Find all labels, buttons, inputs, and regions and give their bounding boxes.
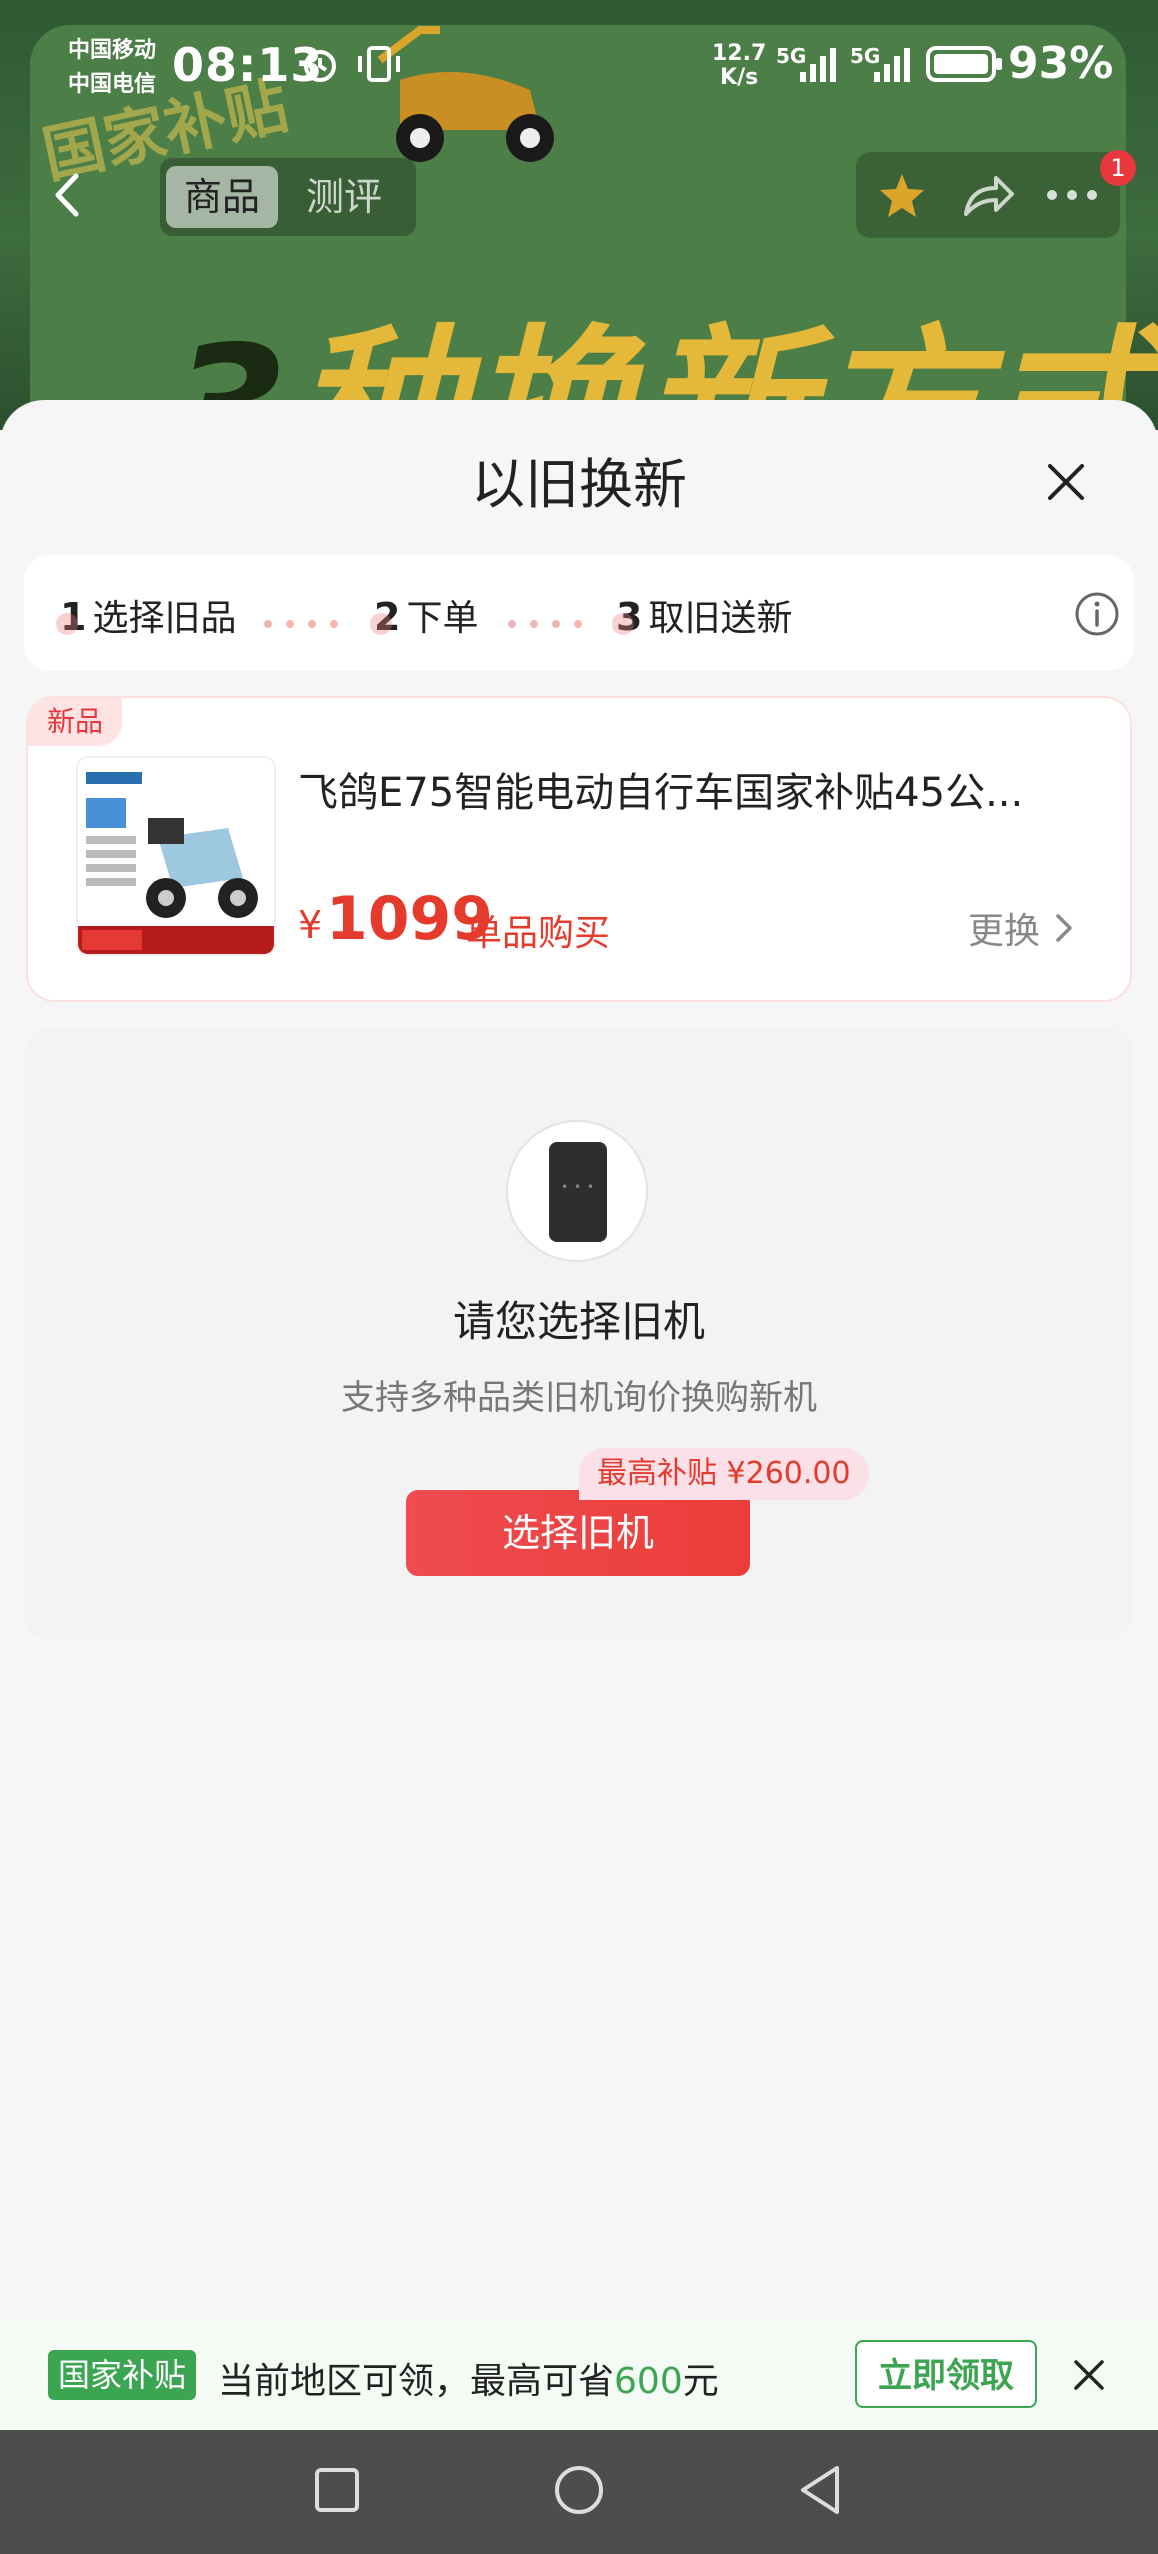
tab-review[interactable]: 测评 xyxy=(288,166,400,228)
price-symbol: ¥ xyxy=(298,903,323,947)
more-icon[interactable] xyxy=(1044,188,1100,202)
select-old-device-button[interactable]: 选择旧机 xyxy=(406,1490,750,1576)
message-badge: 1 xyxy=(1100,150,1136,186)
step-2-label: 下单 xyxy=(406,598,479,639)
purchase-type: 单品购买 xyxy=(466,913,611,954)
close-icon[interactable] xyxy=(1072,2358,1106,2392)
info-icon[interactable] xyxy=(1074,591,1120,637)
top-tabs: 商品 测评 xyxy=(160,158,416,236)
close-icon[interactable] xyxy=(1040,456,1092,508)
trade-in-sheet: 以旧换新 1 选择旧品 2 下单 3 取旧送新 新品 飞鸽E75智能电动自行车国… xyxy=(0,400,1158,2430)
system-nav-bar xyxy=(0,2430,1158,2554)
phone-placeholder xyxy=(506,1120,648,1262)
net-speed-value: 12.7 xyxy=(712,41,767,66)
step-2: 2 下单 xyxy=(374,589,478,641)
battery-icon xyxy=(926,46,1002,82)
step-3: 3 取旧送新 xyxy=(616,589,792,641)
alarm-icon xyxy=(304,50,336,82)
chevron-right-icon[interactable] xyxy=(1052,910,1076,946)
steps-indicator: 1 选择旧品 2 下单 3 取旧送新 xyxy=(24,555,1134,671)
carrier-2: 中国电信 xyxy=(68,72,157,97)
step-1-label: 选择旧品 xyxy=(92,598,237,639)
net-speed-unit: K/s xyxy=(720,65,759,90)
step-1-number: 1 xyxy=(60,595,87,639)
step-1: 1 选择旧品 xyxy=(60,589,236,641)
phone-icon xyxy=(549,1142,607,1242)
product-image xyxy=(76,756,276,956)
subsidy-text: 当前地区可领，最高可省600元 xyxy=(218,2352,719,2404)
step-2-number: 2 xyxy=(374,595,401,639)
status-bar: 中国移动 中国电信 08:13 12.7 K/s 5G 5G 93% xyxy=(0,0,1158,130)
subsidy-text-suffix: 元 xyxy=(682,2361,719,2402)
old-device-subtitle: 支持多种品类旧机询价换购新机 xyxy=(341,1378,817,1418)
share-icon[interactable] xyxy=(960,170,1016,222)
change-product-link[interactable]: 更换 xyxy=(968,902,1040,954)
star-icon[interactable] xyxy=(874,168,930,224)
old-device-title: 请您选择旧机 xyxy=(452,1297,705,1346)
step-3-label: 取旧送新 xyxy=(648,598,793,639)
back-icon[interactable] xyxy=(791,2460,851,2520)
back-arrow-icon[interactable] xyxy=(40,160,96,230)
battery-percent: 93% xyxy=(1008,38,1114,89)
subsidy-text-prefix: 当前地区可领，最高可省 xyxy=(218,2361,615,2402)
tab-product[interactable]: 商品 xyxy=(166,166,278,228)
signal-1-icon xyxy=(800,48,836,82)
product-name: 飞鸽E75智能电动自行车国家补贴45公... xyxy=(298,770,1024,816)
claim-now-button[interactable]: 立即领取 xyxy=(855,2340,1037,2408)
step-separator xyxy=(264,613,352,632)
gov-subsidy-tag: 国家补贴 xyxy=(48,2350,197,2400)
max-subsidy-badge: 最高补贴 ¥260.00 xyxy=(579,1448,869,1500)
vibrate-icon xyxy=(358,46,400,82)
recents-icon[interactable] xyxy=(307,2460,367,2520)
sheet-title: 以旧换新 xyxy=(471,453,687,516)
carrier-info: 中国移动 中国电信 xyxy=(68,34,156,102)
old-device-panel: 请您选择旧机 支持多种品类旧机询价换购新机 选择旧机 最高补贴 ¥260.00 xyxy=(24,1028,1134,1640)
nav-actions xyxy=(856,152,1120,238)
subsidy-amount: 600 xyxy=(614,2361,683,2402)
net-speed: 12.7 K/s xyxy=(712,42,766,90)
subsidy-banner: 国家补贴 当前地区可领，最高可省600元 立即领取 xyxy=(0,2318,1158,2430)
new-product-tag: 新品 xyxy=(28,698,122,746)
product-card[interactable]: 新品 飞鸽E75智能电动自行车国家补贴45公... ¥ 1099 单品购买 更换 xyxy=(26,696,1132,1002)
signal-2-icon xyxy=(874,48,910,82)
step-separator xyxy=(508,613,596,632)
ebike-thumbnail xyxy=(78,758,274,954)
home-icon[interactable] xyxy=(549,2460,609,2520)
step-3-number: 3 xyxy=(616,595,643,639)
carrier-1: 中国移动 xyxy=(68,38,157,63)
